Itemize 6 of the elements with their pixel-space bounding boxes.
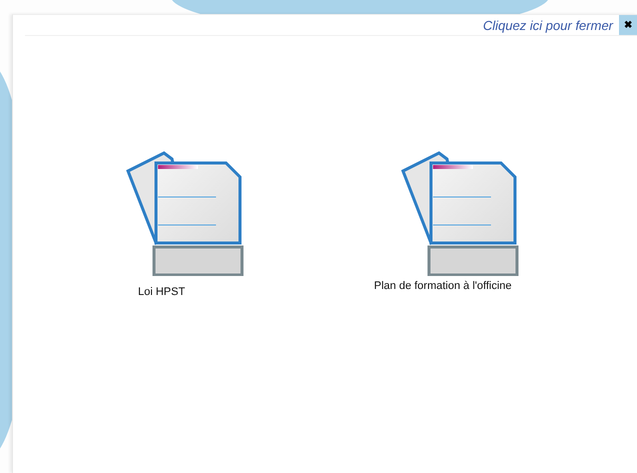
document-label: Loi HPST (138, 286, 186, 298)
close-button[interactable]: ✖ (619, 15, 637, 35)
close-link[interactable]: Cliquez ici pour fermer (482, 18, 613, 32)
document-icon[interactable] (401, 151, 521, 276)
document-icon[interactable] (126, 151, 246, 276)
document-label: Plan de formation à l'officine (374, 280, 512, 292)
